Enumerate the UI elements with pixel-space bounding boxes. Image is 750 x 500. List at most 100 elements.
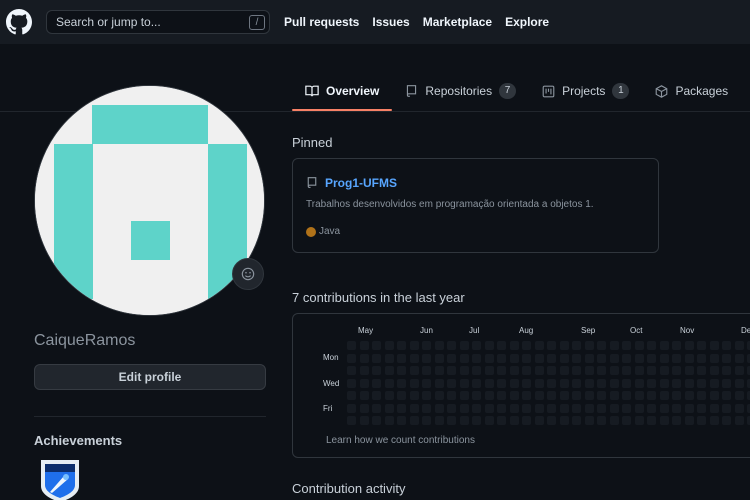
contribution-day-cell[interactable]	[497, 341, 506, 350]
contribution-day-cell[interactable]	[634, 353, 644, 363]
contribution-day-cell[interactable]	[609, 403, 619, 413]
contribution-day-cell[interactable]	[697, 416, 706, 425]
contribution-day-cell[interactable]	[397, 378, 406, 388]
contribution-day-cell[interactable]	[647, 416, 656, 425]
contribution-day-cell[interactable]	[722, 378, 731, 388]
contribution-day-cell[interactable]	[547, 341, 556, 350]
contribution-day-cell[interactable]	[572, 403, 581, 413]
contribution-day-cell[interactable]	[434, 353, 444, 363]
contribution-day-cell[interactable]	[547, 378, 556, 388]
contribution-day-cell[interactable]	[672, 366, 681, 375]
contribution-day-cell[interactable]	[372, 341, 381, 350]
contribution-day-cell[interactable]	[622, 378, 631, 388]
contribution-day-cell[interactable]	[584, 378, 594, 388]
contribution-day-cell[interactable]	[622, 366, 631, 375]
contribution-day-cell[interactable]	[672, 403, 681, 413]
contribution-day-cell[interactable]	[559, 353, 569, 363]
tab-repositories[interactable]: Repositories 7	[392, 76, 529, 106]
contribution-day-cell[interactable]	[459, 353, 469, 363]
contribution-day-cell[interactable]	[659, 341, 669, 350]
contribution-day-cell[interactable]	[459, 341, 469, 350]
tab-projects[interactable]: Projects 1	[529, 76, 642, 106]
contribution-day-cell[interactable]	[672, 353, 681, 363]
contribution-day-cell[interactable]	[359, 391, 369, 400]
contribution-day-cell[interactable]	[722, 416, 731, 425]
contribution-day-cell[interactable]	[597, 378, 606, 388]
contribution-day-cell[interactable]	[484, 341, 494, 350]
contribution-day-cell[interactable]	[609, 391, 619, 400]
contribution-day-cell[interactable]	[609, 416, 619, 425]
contribution-day-cell[interactable]	[347, 403, 356, 413]
contribution-day-cell[interactable]	[509, 403, 519, 413]
contribution-day-cell[interactable]	[672, 416, 681, 425]
contribution-day-cell[interactable]	[422, 403, 431, 413]
contribution-day-cell[interactable]	[634, 341, 644, 350]
contribution-day-cell[interactable]	[484, 403, 494, 413]
contribution-day-cell[interactable]	[472, 416, 481, 425]
contribution-day-cell[interactable]	[534, 366, 544, 375]
contribution-day-cell[interactable]	[734, 391, 744, 400]
contribution-day-cell[interactable]	[509, 341, 519, 350]
achievements-title[interactable]: Achievements	[34, 433, 122, 448]
contribution-day-cell[interactable]	[472, 403, 481, 413]
contribution-day-cell[interactable]	[734, 416, 744, 425]
contribution-day-cell[interactable]	[522, 391, 531, 400]
contribution-day-cell[interactable]	[434, 366, 444, 375]
contribution-day-cell[interactable]	[459, 366, 469, 375]
contribution-day-cell[interactable]	[359, 416, 369, 425]
contribution-day-cell[interactable]	[722, 366, 731, 375]
contribution-day-cell[interactable]	[459, 378, 469, 388]
set-status-button[interactable]	[232, 258, 264, 290]
contribution-day-cell[interactable]	[372, 366, 381, 375]
contribution-day-cell[interactable]	[734, 378, 744, 388]
contribution-day-cell[interactable]	[347, 341, 356, 350]
contribution-day-cell[interactable]	[734, 403, 744, 413]
contribution-day-cell[interactable]	[597, 391, 606, 400]
contribution-day-cell[interactable]	[347, 378, 356, 388]
contribution-day-cell[interactable]	[559, 378, 569, 388]
contribution-day-cell[interactable]	[647, 353, 656, 363]
contribution-day-cell[interactable]	[572, 341, 581, 350]
contribution-day-cell[interactable]	[359, 403, 369, 413]
contribution-day-cell[interactable]	[697, 366, 706, 375]
contribution-day-cell[interactable]	[472, 391, 481, 400]
contribution-day-cell[interactable]	[484, 391, 494, 400]
contribution-day-cell[interactable]	[709, 403, 719, 413]
contribution-day-cell[interactable]	[409, 378, 419, 388]
contribution-day-cell[interactable]	[497, 416, 506, 425]
contribution-day-cell[interactable]	[647, 378, 656, 388]
contribution-day-cell[interactable]	[584, 366, 594, 375]
contribution-day-cell[interactable]	[522, 353, 531, 363]
contribution-day-cell[interactable]	[709, 341, 719, 350]
contribution-day-cell[interactable]	[384, 353, 394, 363]
contribution-day-cell[interactable]	[347, 366, 356, 375]
contribution-day-cell[interactable]	[659, 353, 669, 363]
contribution-day-cell[interactable]	[709, 391, 719, 400]
nav-marketplace[interactable]: Marketplace	[423, 15, 492, 29]
edit-profile-button[interactable]: Edit profile	[34, 364, 266, 390]
contribution-day-cell[interactable]	[372, 378, 381, 388]
contribution-day-cell[interactable]	[622, 416, 631, 425]
contribution-day-cell[interactable]	[672, 391, 681, 400]
contribution-day-cell[interactable]	[684, 366, 694, 375]
contribution-day-cell[interactable]	[422, 341, 431, 350]
contribution-day-cell[interactable]	[447, 378, 456, 388]
contribution-day-cell[interactable]	[509, 353, 519, 363]
contribution-day-cell[interactable]	[709, 353, 719, 363]
contribution-day-cell[interactable]	[484, 378, 494, 388]
achievement-badge-icon[interactable]	[38, 458, 82, 500]
contribution-day-cell[interactable]	[534, 341, 544, 350]
contribution-day-cell[interactable]	[684, 391, 694, 400]
contribution-day-cell[interactable]	[484, 353, 494, 363]
contribution-day-cell[interactable]	[447, 366, 456, 375]
contribution-day-cell[interactable]	[384, 366, 394, 375]
contribution-day-cell[interactable]	[509, 378, 519, 388]
contribution-day-cell[interactable]	[547, 353, 556, 363]
contribution-day-cell[interactable]	[722, 403, 731, 413]
contribution-day-cell[interactable]	[384, 403, 394, 413]
contribution-day-cell[interactable]	[684, 416, 694, 425]
contribution-day-cell[interactable]	[734, 366, 744, 375]
contribution-day-cell[interactable]	[409, 416, 419, 425]
contribution-day-cell[interactable]	[647, 341, 656, 350]
contribution-day-cell[interactable]	[584, 341, 594, 350]
